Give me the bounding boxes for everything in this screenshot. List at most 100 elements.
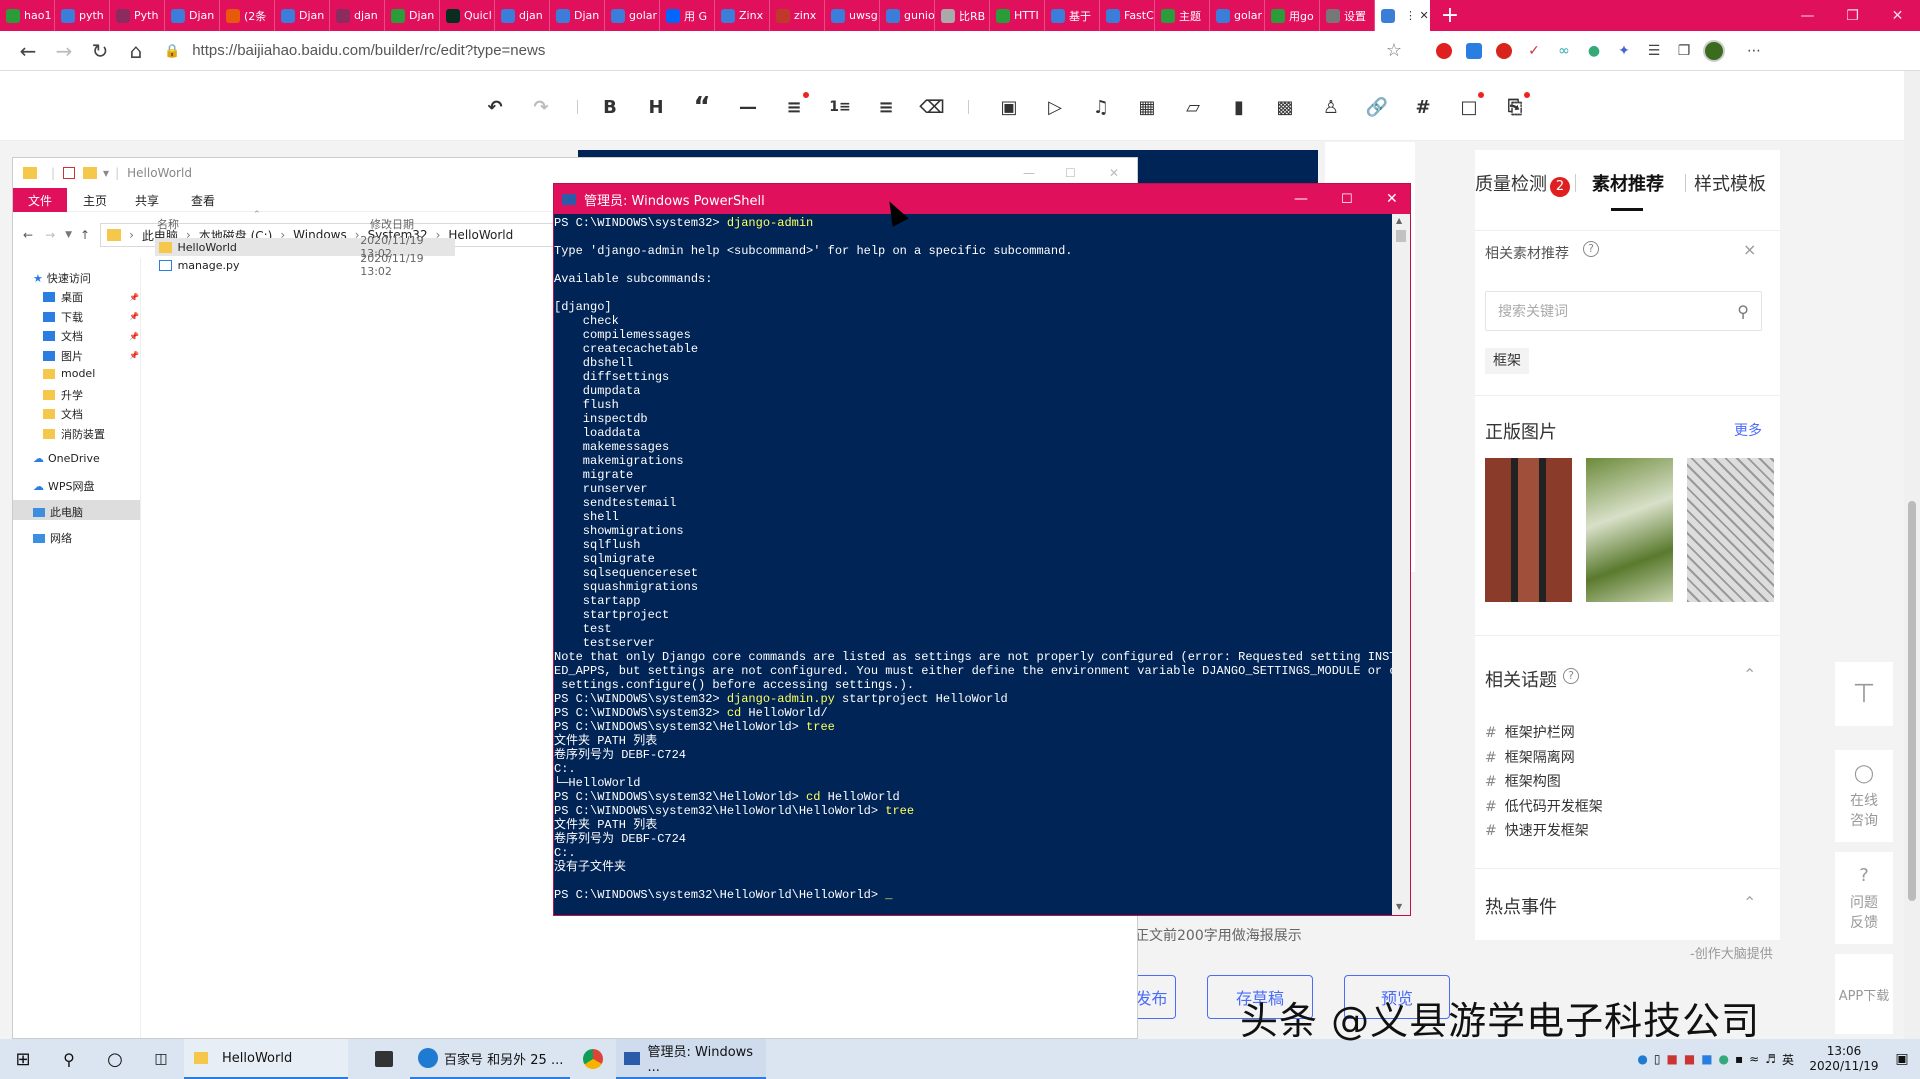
- browser-tab[interactable]: golar: [1210, 0, 1265, 31]
- column-header-name[interactable]: 名称: [157, 216, 179, 232]
- favorite-star-icon[interactable]: ☆: [1379, 36, 1409, 66]
- more-link[interactable]: 更多: [1734, 420, 1762, 440]
- ext-swirl-icon[interactable]: ∞: [1549, 36, 1579, 66]
- nav-item[interactable]: 下载 📌: [43, 309, 139, 325]
- stock-image-3[interactable]: [1687, 458, 1774, 602]
- page-scrollbar[interactable]: [1904, 71, 1920, 1039]
- browser-tab[interactable]: Djan: [550, 0, 605, 31]
- clock[interactable]: 13:06 2020/11/19: [1804, 1039, 1884, 1079]
- file-row[interactable]: manage.py 2020/11/19 13:02: [155, 252, 455, 278]
- ribbon-tab-view[interactable]: 查看: [191, 192, 215, 209]
- address-bar[interactable]: 🔒 https://baijiahao.baidu.com/builder/rc…: [164, 36, 1379, 66]
- bag-icon[interactable]: ▱: [1179, 93, 1207, 121]
- ext-blue-icon[interactable]: [1459, 36, 1489, 66]
- search-icon[interactable]: ⚲: [46, 1039, 92, 1079]
- nav-item[interactable]: 文档: [43, 406, 139, 422]
- task-view-icon[interactable]: ◫: [138, 1039, 184, 1079]
- nav-item[interactable]: 升学: [43, 387, 139, 403]
- browser-tab[interactable]: Quicl: [440, 0, 495, 31]
- ribbon-tab-share[interactable]: 共享: [135, 192, 159, 209]
- taskbar-explorer[interactable]: HelloWorld: [184, 1039, 348, 1079]
- bookmark-icon[interactable]: ▮: [1225, 93, 1253, 121]
- browser-tab[interactable]: uwsg: [825, 0, 880, 31]
- onedrive-item[interactable]: ☁ OneDrive: [33, 452, 100, 465]
- topic-item[interactable]: # 快速开发框架: [1485, 820, 1589, 840]
- cortana-icon[interactable]: ○: [92, 1039, 138, 1079]
- table-icon[interactable]: ▦: [1133, 93, 1161, 121]
- new-tab-button[interactable]: +: [1430, 0, 1470, 31]
- browser-tab[interactable]: zinx: [770, 0, 825, 31]
- browser-tab[interactable]: 基于: [1045, 0, 1100, 31]
- back-button[interactable]: ←: [10, 33, 46, 69]
- eraser-icon[interactable]: ⌫: [918, 93, 946, 121]
- browser-tab[interactable]: pyth: [55, 0, 110, 31]
- ext-abp-icon[interactable]: [1489, 36, 1519, 66]
- browser-tab[interactable]: HTTI: [990, 0, 1045, 31]
- heading-icon[interactable]: H: [642, 93, 670, 121]
- browser-tab[interactable]: Zinx: [715, 0, 770, 31]
- comment-icon[interactable]: □: [1455, 92, 1484, 121]
- back-icon[interactable]: ←: [23, 228, 33, 242]
- bold-icon[interactable]: B: [596, 93, 624, 121]
- ext-globe-icon[interactable]: ●: [1579, 36, 1609, 66]
- tab-quality-check[interactable]: 质量检测 2: [1475, 170, 1570, 197]
- start-button[interactable]: ⊞: [0, 1039, 46, 1079]
- image-icon[interactable]: ▣: [995, 93, 1023, 121]
- network-item[interactable]: 网络: [33, 530, 72, 546]
- unordered-list-icon[interactable]: ≡: [872, 93, 900, 121]
- undo-icon[interactable]: ↶: [481, 93, 509, 121]
- minimize-icon[interactable]: —: [1294, 191, 1308, 207]
- maximize-icon[interactable]: ❐: [1830, 0, 1875, 31]
- browser-tab[interactable]: djan: [495, 0, 550, 31]
- nav-item[interactable]: model: [43, 367, 139, 380]
- chevron-up-icon[interactable]: ⌃: [1743, 893, 1756, 912]
- browser-tab[interactable]: ⋮ ✕: [1375, 0, 1430, 31]
- browser-tab[interactable]: (2条: [220, 0, 275, 31]
- browser-tab[interactable]: djan: [330, 0, 385, 31]
- recent-dropdown-icon[interactable]: ▼: [65, 230, 72, 240]
- maximize-icon[interactable]: ☐: [1065, 166, 1076, 180]
- hashtag-icon[interactable]: #: [1409, 93, 1437, 121]
- browser-tab[interactable]: hao1: [0, 0, 55, 31]
- video-icon[interactable]: ▷: [1041, 93, 1069, 121]
- browser-tab[interactable]: 设置: [1320, 0, 1375, 31]
- forward-button[interactable]: →: [46, 33, 82, 69]
- topic-item[interactable]: # 框架构图: [1485, 771, 1561, 791]
- help-icon[interactable]: ?: [1583, 241, 1599, 257]
- wps-drive-item[interactable]: ☁ WPS网盘: [33, 478, 95, 494]
- nav-item[interactable]: 桌面 📌: [43, 289, 139, 305]
- close-icon[interactable]: ×: [1743, 240, 1756, 259]
- taskbar-edge[interactable]: 百家号 和另外 25 ...: [410, 1039, 570, 1079]
- browser-tab[interactable]: 用 G: [660, 0, 715, 31]
- home-button[interactable]: ⌂: [118, 33, 154, 69]
- help-icon[interactable]: ?: [1563, 668, 1579, 684]
- minimize-icon[interactable]: —: [1785, 0, 1830, 31]
- material-search-input[interactable]: 搜索关键词 ⚲: [1485, 291, 1762, 331]
- link-icon[interactable]: 🔗: [1363, 93, 1391, 121]
- close-icon[interactable]: ✕: [1386, 191, 1398, 207]
- nav-item[interactable]: 图片 📌: [43, 348, 139, 364]
- terminal-output[interactable]: PS C:\WINDOWS\system32> django-admin Type…: [554, 214, 1392, 914]
- browser-tab[interactable]: 用go: [1265, 0, 1320, 31]
- topic-item[interactable]: # 框架护栏网: [1485, 722, 1575, 742]
- search-icon[interactable]: ⚲: [1737, 302, 1749, 321]
- browser-tab[interactable]: 主题: [1155, 0, 1210, 31]
- ext-red-icon[interactable]: [1429, 36, 1459, 66]
- close-icon[interactable]: ✕: [1875, 0, 1920, 31]
- profile-avatar[interactable]: [1699, 36, 1729, 66]
- quote-icon[interactable]: “: [688, 92, 716, 122]
- store-icon[interactable]: [358, 1039, 410, 1079]
- more-menu-icon[interactable]: ⋯: [1739, 36, 1769, 66]
- forward-icon[interactable]: →: [45, 228, 55, 242]
- taskbar-powershell[interactable]: 管理员: Windows ...: [616, 1039, 766, 1079]
- app-download-button[interactable]: APP下载: [1835, 954, 1893, 1034]
- column-header-date[interactable]: 修改日期: [370, 216, 414, 232]
- reload-button[interactable]: ↻: [82, 33, 118, 69]
- browser-tab[interactable]: golar: [605, 0, 660, 31]
- align-icon[interactable]: ≡: [780, 92, 809, 121]
- browser-tab[interactable]: FastC: [1100, 0, 1155, 31]
- feedback-button[interactable]: ? 问题反馈: [1835, 852, 1893, 944]
- minimize-icon[interactable]: —: [1023, 166, 1035, 180]
- audio-icon[interactable]: ♫: [1087, 93, 1115, 121]
- browser-tab[interactable]: gunio: [880, 0, 935, 31]
